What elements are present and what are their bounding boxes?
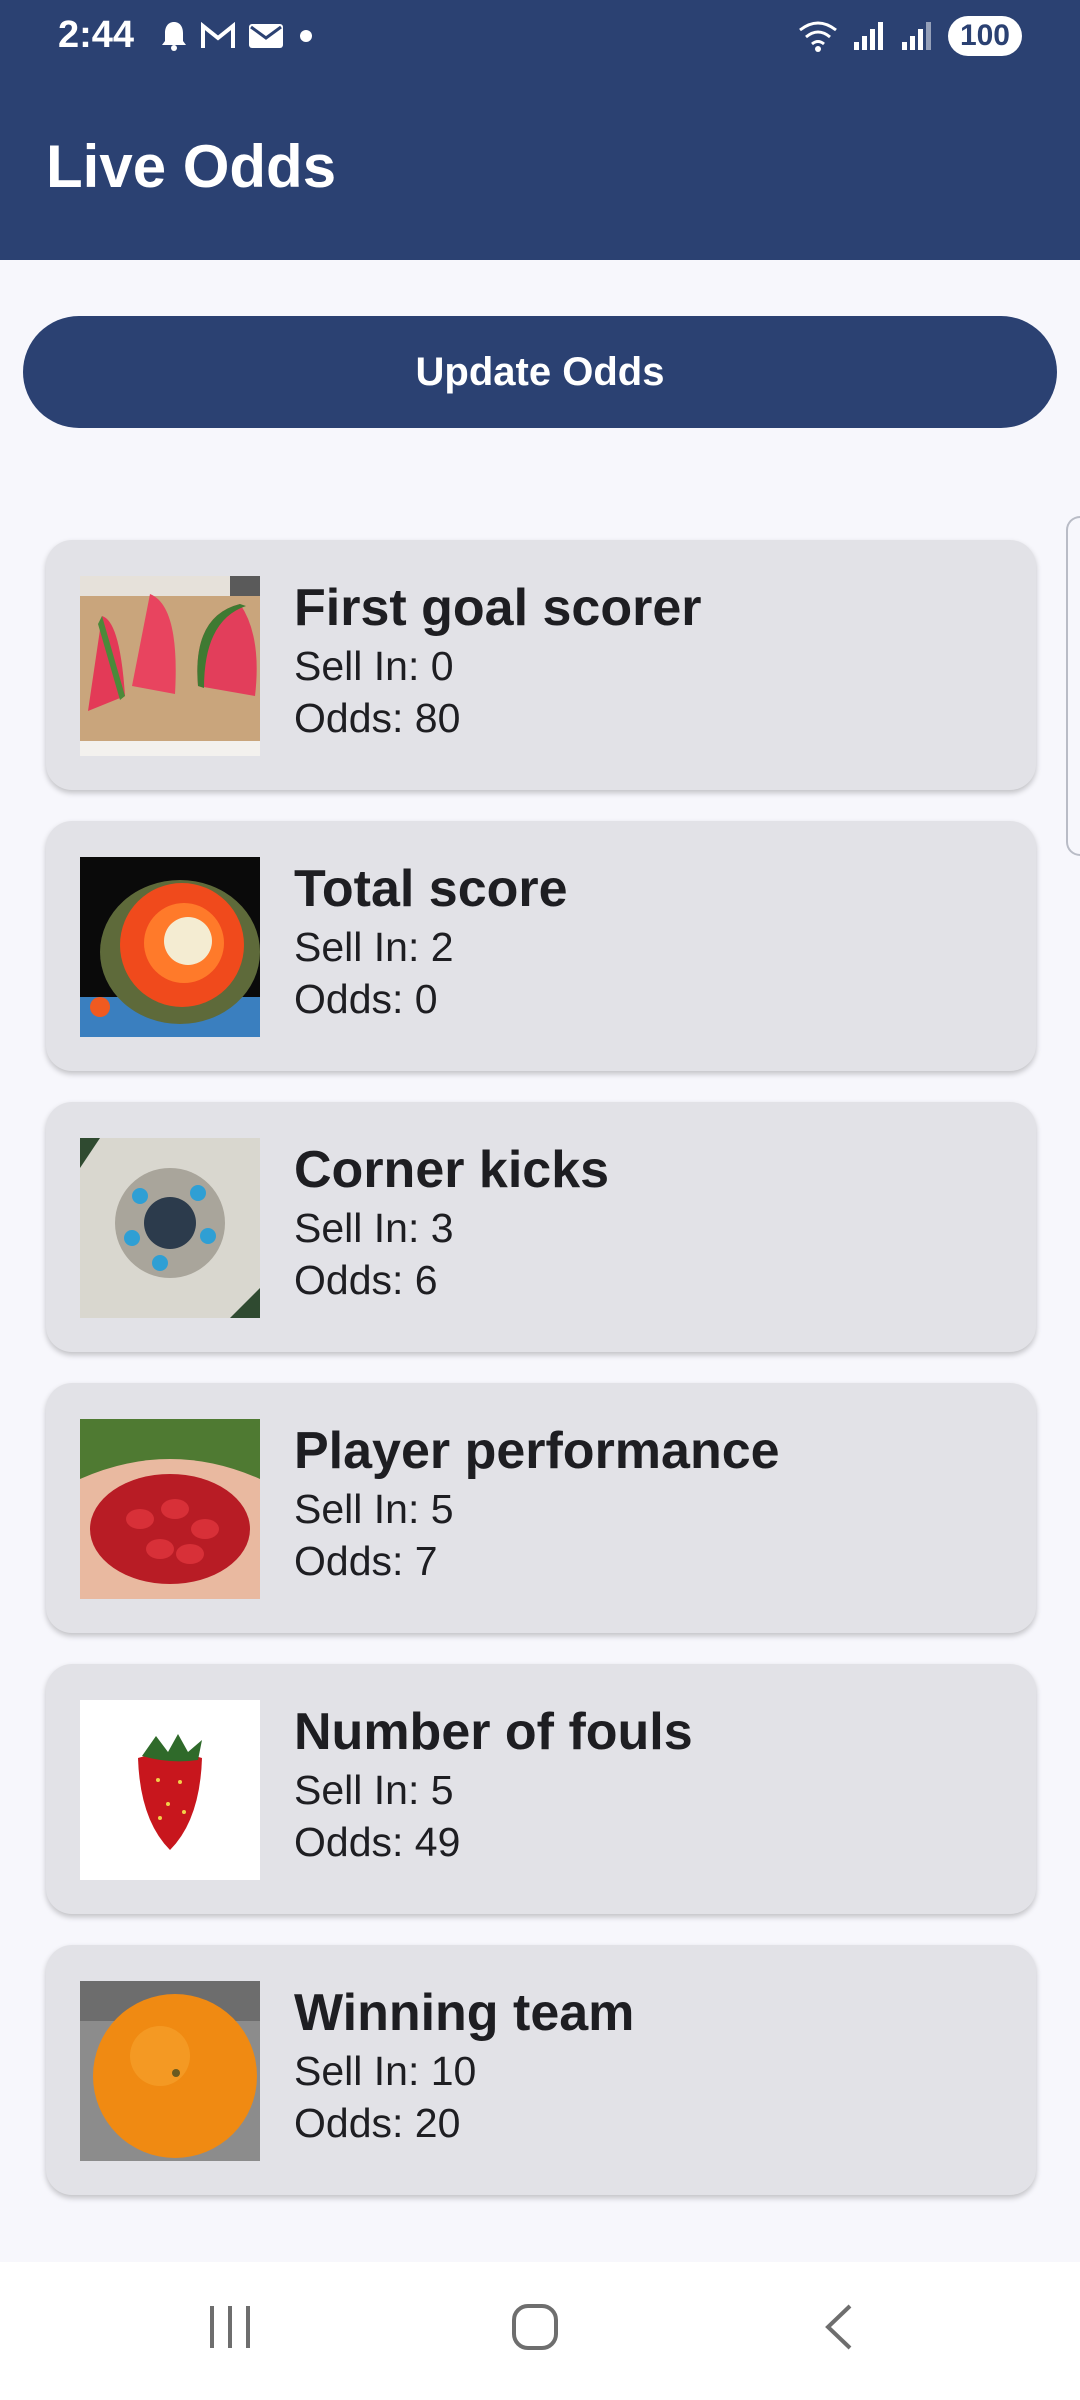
recents-icon[interactable] bbox=[206, 2302, 254, 2352]
odds-list: First goal scorer Sell In: 0 Odds: 80 To… bbox=[46, 540, 1036, 2226]
mail-icon bbox=[249, 24, 283, 48]
signal-icon bbox=[853, 22, 883, 50]
dot-icon bbox=[300, 30, 312, 42]
item-title: Player performance bbox=[294, 1422, 780, 1480]
item-sell-in: Sell In: 10 bbox=[294, 2048, 477, 2094]
tomatoes-image bbox=[80, 1419, 260, 1599]
item-title: Total score bbox=[294, 860, 568, 918]
app-bar: Live Odds bbox=[0, 80, 1080, 260]
list-item[interactable]: Total score Sell In: 2 Odds: 0 bbox=[46, 821, 1036, 1071]
item-sell-in: Sell In: 5 bbox=[294, 1486, 454, 1532]
signal-icon bbox=[901, 22, 931, 50]
item-title: First goal scorer bbox=[294, 579, 702, 637]
item-odds: Odds: 20 bbox=[294, 2100, 461, 2146]
item-title: Number of fouls bbox=[294, 1703, 693, 1761]
item-sell-in: Sell In: 0 bbox=[294, 643, 454, 689]
item-sell-in: Sell In: 2 bbox=[294, 924, 454, 970]
system-nav-bar bbox=[0, 2262, 1080, 2400]
flower-image bbox=[80, 857, 260, 1037]
watermelon-image bbox=[80, 576, 260, 756]
back-icon[interactable] bbox=[818, 2302, 858, 2352]
list-item[interactable]: Number of fouls Sell In: 5 Odds: 49 bbox=[46, 1664, 1036, 1914]
home-icon[interactable] bbox=[510, 2302, 560, 2352]
wifi-icon bbox=[799, 21, 837, 52]
item-odds: Odds: 0 bbox=[294, 976, 438, 1022]
battery-indicator: 100 bbox=[947, 16, 1022, 56]
item-sell-in: Sell In: 5 bbox=[294, 1767, 454, 1813]
decoration-image bbox=[80, 1138, 260, 1318]
item-title: Corner kicks bbox=[294, 1141, 610, 1199]
list-item[interactable]: First goal scorer Sell In: 0 Odds: 80 bbox=[46, 540, 1036, 790]
item-odds: Odds: 49 bbox=[294, 1819, 461, 1865]
item-odds: Odds: 7 bbox=[294, 1538, 438, 1584]
list-item[interactable]: Corner kicks Sell In: 3 Odds: 6 bbox=[46, 1102, 1036, 1352]
page-title: Live Odds bbox=[46, 133, 337, 200]
item-title: Winning team bbox=[294, 1984, 635, 2042]
status-bar: 2:44 100 bbox=[0, 0, 1080, 80]
scroll-indicator[interactable] bbox=[1066, 516, 1080, 856]
gmail-icon bbox=[201, 22, 235, 48]
item-sell-in: Sell In: 3 bbox=[294, 1205, 454, 1251]
update-odds-button[interactable]: Update Odds bbox=[23, 316, 1057, 428]
list-item[interactable]: Player performance Sell In: 5 Odds: 7 bbox=[46, 1383, 1036, 1633]
bell-icon bbox=[162, 22, 186, 51]
item-odds: Odds: 6 bbox=[294, 1257, 438, 1303]
orange-image bbox=[80, 1981, 260, 2161]
list-item[interactable]: Winning team Sell In: 10 Odds: 20 bbox=[46, 1945, 1036, 2195]
strawberry-image bbox=[80, 1700, 260, 1880]
item-odds: Odds: 80 bbox=[294, 695, 461, 741]
status-time: 2:44 bbox=[58, 14, 135, 56]
